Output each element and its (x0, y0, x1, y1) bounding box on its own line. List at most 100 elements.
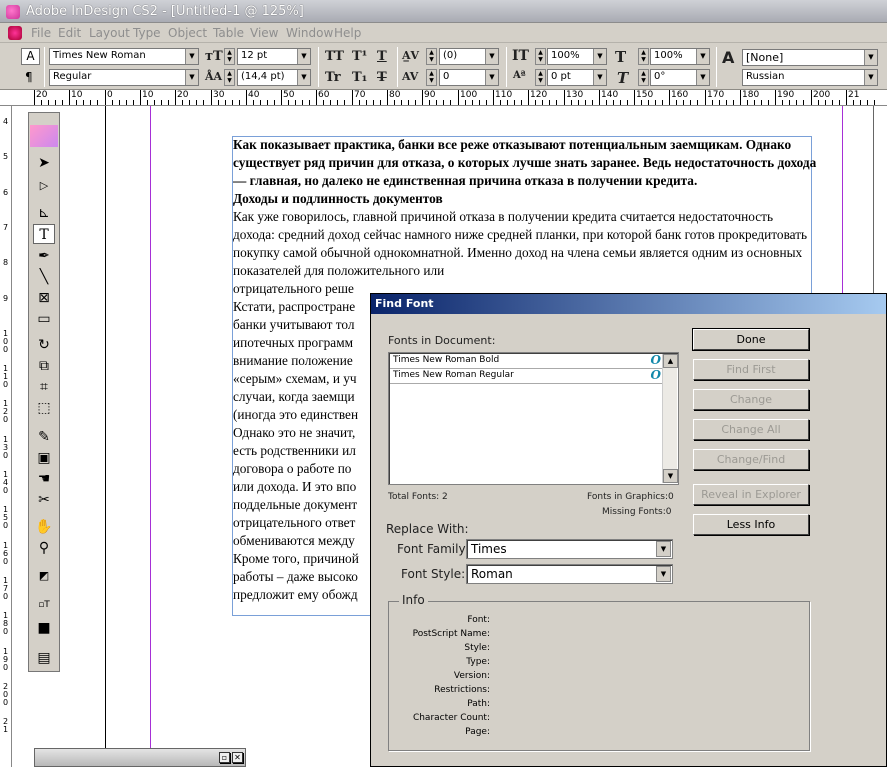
vertical-scale-field[interactable]: 100% ▼ (547, 48, 607, 65)
baseline-shift-field[interactable]: 0 pt ▼ (547, 69, 607, 86)
position-tool-icon[interactable]: ⊾ (33, 203, 55, 223)
ruler-major-tick (811, 90, 812, 105)
all-caps-button[interactable]: TT (325, 49, 344, 64)
language-field[interactable]: Russian ▼ (742, 69, 878, 86)
reveal-in-explorer-button[interactable]: Reveal in Explorer (693, 484, 809, 505)
ruler-major-tick (422, 90, 423, 105)
font-size-stepper[interactable]: ▲ ▼ (224, 48, 235, 65)
leading-field[interactable]: (14,4 pt) ▼ (237, 69, 311, 86)
ruler-minor-tick (83, 100, 84, 105)
skew-stepper[interactable]: ▲ ▼ (638, 69, 649, 86)
strikethrough-button[interactable]: T (377, 70, 387, 85)
change-button[interactable]: Change (693, 389, 809, 410)
apply-color-icon[interactable]: ■ (33, 618, 55, 638)
baseline-shift-stepper[interactable]: ▲ ▼ (535, 69, 546, 86)
scroll-down-icon[interactable]: ▼ (663, 469, 678, 483)
menu-view[interactable]: View (250, 26, 278, 40)
menu-edit[interactable]: Edit (58, 26, 81, 40)
list-item[interactable]: Times New Roman Regular O (390, 368, 663, 384)
less-info-button[interactable]: Less Info (693, 514, 809, 535)
character-style-field[interactable]: [None] ▼ (742, 49, 878, 66)
menu-table[interactable]: Table (213, 26, 244, 40)
line-tool-icon[interactable]: ╲ (33, 267, 55, 287)
replace-font-style-select[interactable]: Roman ▼ (466, 564, 673, 584)
scale-tool-icon[interactable]: ⧉ (33, 356, 55, 376)
leading-icon: ÅA (205, 70, 223, 83)
ruler-minor-tick (542, 100, 543, 105)
info-type-key: Type: (466, 657, 490, 667)
free-transform-tool-icon[interactable]: ⬚ (33, 398, 55, 418)
list-scrollbar[interactable]: ▲ ▼ (662, 354, 678, 483)
chevron-down-icon: ▼ (696, 70, 709, 85)
button-tool-icon[interactable]: ☚ (33, 469, 55, 489)
tracking-stepper[interactable]: ▲ ▼ (426, 69, 437, 86)
horizontal-ruler[interactable]: 20 10 0 10 20 30 40 50 60 70 80 90 100 110 120 130 140 15… (10, 90, 887, 106)
screen-mode-icon[interactable]: ▤ (33, 648, 55, 668)
leading-stepper[interactable]: ▲ ▼ (224, 69, 235, 86)
gradient-tool-icon[interactable]: ▣ (33, 448, 55, 468)
ruler-label: 190 (777, 90, 795, 100)
scissors-tool-icon[interactable]: ✂ (33, 490, 55, 510)
ruler-minor-tick (465, 100, 466, 105)
subscript-button[interactable]: T₁ (352, 70, 367, 85)
kerning-stepper[interactable]: ▲ ▼ (426, 48, 437, 65)
rectangle-tool-icon[interactable]: ▭ (33, 309, 55, 329)
menu-layout[interactable]: Layout (89, 26, 130, 40)
change-all-button[interactable]: Change All (693, 419, 809, 440)
dialog-title[interactable]: Find Font (371, 294, 886, 314)
close-icon[interactable]: ✕ (232, 752, 243, 763)
menu-file[interactable]: File (31, 26, 51, 40)
frame-tool-icon[interactable]: ⊠ (33, 288, 55, 308)
minimize-icon[interactable]: ▫ (219, 752, 230, 763)
document-icon[interactable] (8, 26, 22, 40)
menu-window[interactable]: Window (286, 26, 333, 40)
small-caps-button[interactable]: Tr (325, 70, 341, 85)
replace-font-family-select[interactable]: Times ▼ (466, 539, 673, 559)
ruler-label: 90 (424, 90, 436, 100)
opentype-icon: O (650, 368, 661, 382)
selection-tool-icon[interactable]: ➤ (33, 153, 55, 173)
menu-help[interactable]: Help (334, 26, 361, 40)
list-item[interactable]: Times New Roman Bold O (390, 353, 663, 369)
zoom-tool-icon[interactable]: ⚲ (33, 538, 55, 558)
font-family-field[interactable]: Times New Roman ▼ (49, 48, 199, 65)
rotate-tool-icon[interactable]: ↻ (33, 335, 55, 355)
paragraph-mode-icon[interactable]: ¶ (25, 70, 33, 84)
ruler-minor-tick (578, 100, 579, 105)
kerning-field[interactable]: (0) ▼ (439, 48, 499, 65)
underline-button[interactable]: T (377, 49, 387, 64)
ruler-label: 80 (389, 90, 401, 100)
superscript-button[interactable]: T¹ (352, 49, 367, 64)
horizontal-scale-stepper[interactable]: ▲ ▼ (638, 48, 649, 65)
fonts-list[interactable]: Times New Roman Bold O Times New Roman Re… (388, 352, 679, 485)
find-first-button[interactable]: Find First (693, 359, 809, 380)
hand-tool-icon[interactable]: ✋ (33, 517, 55, 537)
direct-selection-tool-icon[interactable]: ▷ (33, 176, 55, 196)
chevron-down-icon: ▼ (185, 49, 198, 64)
ruler-minor-tick (337, 100, 338, 105)
horizontal-scale-field[interactable]: 100% ▼ (650, 48, 710, 65)
scroll-up-icon[interactable]: ▲ (663, 354, 678, 368)
vertical-ruler[interactable]: 4 5 6 7 8 9 1 0 0 1 1 0 1 2 0 1 3 0 1 4 0 1 5 0 1 6 … (0, 106, 12, 767)
character-mode-icon[interactable]: A (21, 48, 40, 65)
menu-type[interactable]: Type (133, 26, 161, 40)
change-find-button[interactable]: Change/Find (693, 449, 809, 470)
shear-tool-icon[interactable]: ⌗ (33, 377, 55, 397)
vertical-scale-stepper[interactable]: ▲ ▼ (535, 48, 546, 65)
type-tool-icon[interactable]: T (33, 224, 55, 244)
ruler-minor-tick (225, 100, 226, 105)
info-path-key: Path: (467, 699, 490, 709)
tracking-field[interactable]: 0 ▼ (439, 69, 499, 86)
font-style-field[interactable]: Regular ▼ (49, 69, 199, 86)
done-button[interactable]: Done (692, 328, 810, 351)
font-size-field[interactable]: 12 pt ▼ (237, 48, 311, 65)
formatting-container-icon[interactable]: ▫T (33, 595, 55, 615)
pen-tool-icon[interactable]: ✒ (33, 246, 55, 266)
skew-field[interactable]: 0° ▼ (650, 69, 710, 86)
menu-object[interactable]: Object (168, 26, 207, 40)
eyedropper-tool-icon[interactable]: ✎ (33, 427, 55, 447)
collapsed-panel[interactable]: ▫ ✕ (34, 748, 246, 767)
fill-stroke-icon[interactable]: ◩ (33, 566, 55, 586)
ruler-major-tick (387, 90, 388, 105)
ruler-minor-tick (429, 100, 430, 105)
